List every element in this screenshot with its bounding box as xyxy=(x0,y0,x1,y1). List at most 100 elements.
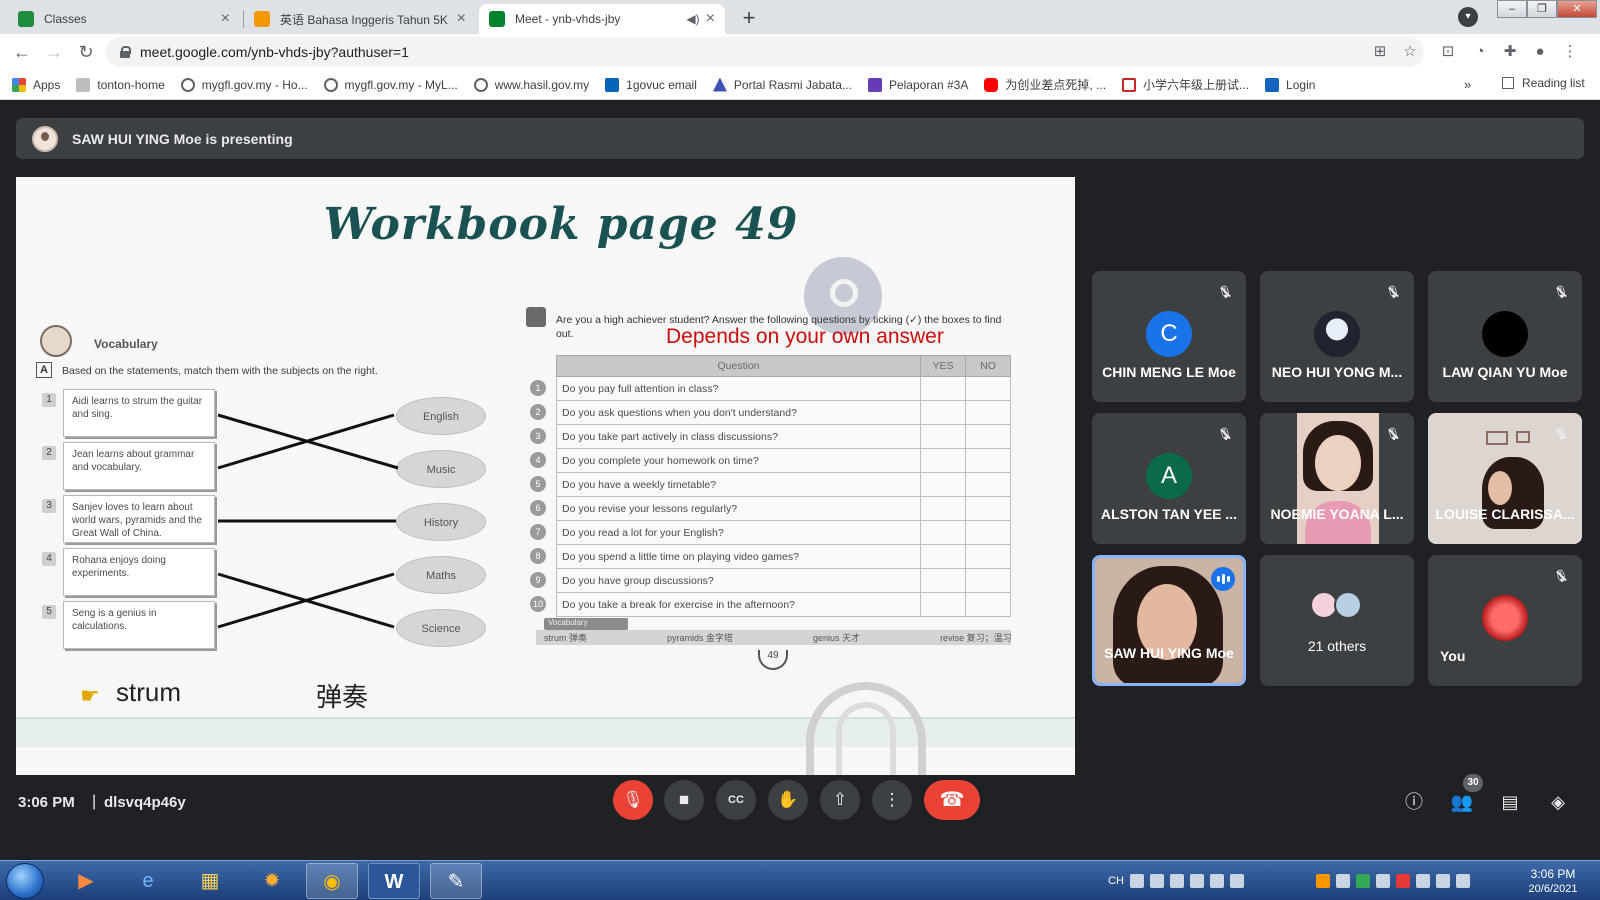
people-icon[interactable]: 👥 xyxy=(1450,790,1474,814)
restore-window-button[interactable]: ❐ xyxy=(1527,0,1557,18)
tab-bahasa-inggeris[interactable]: 英语 Bahasa Inggeris Tahun 5K × xyxy=(244,4,476,34)
captions-button[interactable]: CC xyxy=(716,780,756,820)
reload-icon[interactable]: ↻ xyxy=(74,40,98,64)
cast-icon[interactable]: ⊡ xyxy=(1438,42,1458,62)
participant-tile[interactable]: 🎙 A ALSTON TAN YEE ... xyxy=(1092,413,1246,544)
bookmark-hasil[interactable]: www.hasil.gov.my xyxy=(473,77,589,92)
more-bookmarks-button[interactable]: » xyxy=(1464,77,1471,92)
participant-tile-active-speaker[interactable]: SAW HUI YING Moe xyxy=(1092,555,1246,686)
volume-icon[interactable] xyxy=(1455,874,1470,888)
action-center-flag-icon[interactable] xyxy=(1435,874,1450,888)
bookmark-login[interactable]: Login xyxy=(1265,77,1315,92)
question-cell: Do you complete your homework on time? xyxy=(556,448,921,473)
word-taskbar-icon[interactable]: W xyxy=(368,863,420,899)
bookmark-youtube[interactable]: 为创业差点死掉, ... xyxy=(984,76,1106,93)
paint-taskbar-icon[interactable]: ✎ xyxy=(430,863,482,899)
extension-status-icon[interactable]: ◔ xyxy=(1470,42,1490,62)
close-tab-icon[interactable]: × xyxy=(457,10,466,28)
tab-search-icon[interactable]: ▾ xyxy=(1458,7,1478,27)
bookmark-mygfl-myl[interactable]: mygfl.gov.my - MyL... xyxy=(323,77,458,92)
participant-tile-self[interactable]: 🎙 You xyxy=(1428,555,1582,686)
participant-tile[interactable]: 🎙 NEO HUI YONG M... xyxy=(1260,271,1414,402)
participant-tile[interactable]: 🎙 LOUISE CLARISSA... xyxy=(1428,413,1582,544)
chrome-tray-icon[interactable] xyxy=(1355,874,1370,888)
tray-app-icon[interactable] xyxy=(1315,874,1330,888)
questionnaire-table: Question YES NO Do you pay full attentio… xyxy=(556,355,1011,617)
new-tab-button[interactable]: + xyxy=(736,6,762,32)
tray-app-icon[interactable] xyxy=(1209,874,1224,888)
bookmark-mygfl-home[interactable]: mygfl.gov.my - Ho... xyxy=(180,77,308,92)
media-player-icon[interactable]: ▶ xyxy=(60,863,112,899)
chat-icon[interactable]: ▤ xyxy=(1498,790,1522,814)
camera-button[interactable]: ■ xyxy=(664,780,704,820)
more-options-button[interactable]: ⋮ xyxy=(872,780,912,820)
tab-meet[interactable]: Meet - ynb-vhds-jby ◀) × xyxy=(479,4,725,34)
bookmark-exam-papers[interactable]: 小学六年级上册试... xyxy=(1122,76,1249,93)
minimize-window-button[interactable]: – xyxy=(1497,0,1527,18)
bookmark-label: Portal Rasmi Jabata... xyxy=(733,77,852,92)
mic-off-button[interactable]: 🎙 xyxy=(613,780,653,820)
signal-icon[interactable] xyxy=(1335,874,1350,888)
start-button[interactable] xyxy=(6,863,44,899)
close-tab-icon[interactable]: × xyxy=(221,10,230,28)
no-box xyxy=(965,424,1011,449)
activities-icon[interactable]: ◈ xyxy=(1546,790,1570,814)
tray-app-icon[interactable] xyxy=(1375,874,1390,888)
clock-time[interactable]: 3:06 PM xyxy=(1525,867,1581,881)
no-box xyxy=(965,544,1011,569)
tray-app-icon[interactable] xyxy=(1395,874,1410,888)
bookmark-1govuc-email[interactable]: 1govuc email xyxy=(605,77,697,92)
file-explorer-icon[interactable]: ▦ xyxy=(184,863,236,899)
close-window-button[interactable]: ✕ xyxy=(1557,0,1597,18)
ime-mode-icon[interactable] xyxy=(1169,874,1184,888)
profile-avatar-icon[interactable]: ● xyxy=(1530,42,1550,62)
clock-date[interactable]: 20/6/2021 xyxy=(1525,883,1581,895)
help-icon[interactable] xyxy=(1229,874,1244,888)
raise-hand-button[interactable]: ✋ xyxy=(768,780,808,820)
bookmark-pelaporan[interactable]: Pelaporan #3A xyxy=(867,77,968,92)
bookmark-label: mygfl.gov.my - Ho... xyxy=(201,77,308,92)
participant-tile[interactable]: 🎙 LAW QIAN YU Moe xyxy=(1428,271,1582,402)
chrome-menu-icon[interactable]: ⋮ xyxy=(1560,42,1580,62)
bookmark-portal-rasmi[interactable]: Portal Rasmi Jabata... xyxy=(712,77,852,92)
ime-icon[interactable] xyxy=(1129,874,1144,888)
bookmark-star-icon[interactable]: ☆ xyxy=(1400,42,1420,62)
settings-app-icon[interactable]: ✹ xyxy=(246,863,298,899)
extensions-puzzle-icon[interactable]: ✚ xyxy=(1500,42,1520,62)
bookmark-apps[interactable]: Apps xyxy=(12,77,60,92)
no-box xyxy=(965,496,1011,521)
participant-video xyxy=(1297,413,1379,544)
audio-playing-icon[interactable]: ◀) xyxy=(686,12,699,26)
presenting-text: SAW HUI YING Moe is presenting xyxy=(72,130,293,147)
no-box xyxy=(965,448,1011,473)
tab-classes[interactable]: Classes × xyxy=(8,4,240,34)
address-bar[interactable]: meet.google.com/ynb-vhds-jby?authuser=1 xyxy=(106,37,1424,67)
network-icon[interactable] xyxy=(1415,874,1430,888)
input-language-indicator[interactable]: CH xyxy=(1108,875,1124,887)
back-arrow-icon[interactable]: ← xyxy=(10,40,34,64)
question-cell: Do you take a break for exercise in the … xyxy=(556,592,921,617)
block-icon[interactable] xyxy=(1149,874,1164,888)
google-classroom-icon xyxy=(18,11,34,27)
teacher-annotation: Depends on your own answer xyxy=(666,325,944,348)
participant-tile-others[interactable]: 21 others xyxy=(1260,555,1414,686)
translate-icon[interactable]: ⊞ xyxy=(1370,42,1390,62)
meeting-code: dlsvq4p46y xyxy=(104,794,186,811)
reading-list-button[interactable]: Reading list xyxy=(1502,76,1585,90)
mic-off-icon: 🎙 xyxy=(1550,565,1572,587)
internet-explorer-icon[interactable]: e xyxy=(122,863,174,899)
mic-off-icon: 🎙 xyxy=(1550,423,1572,445)
participant-tile[interactable]: 🎙 NOEMIE YOANA L... xyxy=(1260,413,1414,544)
forward-arrow-icon[interactable]: → xyxy=(42,40,66,64)
bookmark-tonton[interactable]: tonton-home xyxy=(76,77,165,92)
bookmark-label: tonton-home xyxy=(97,77,165,92)
meeting-details-icon[interactable]: ⓘ xyxy=(1402,790,1426,814)
present-screen-button[interactable]: ⇧ xyxy=(820,780,860,820)
chrome-taskbar-icon[interactable]: ◉ xyxy=(306,863,358,899)
participant-tile[interactable]: 🎙 C CHIN MENG LE Moe xyxy=(1092,271,1246,402)
lock-icon[interactable] xyxy=(120,46,131,58)
end-call-button[interactable]: ☎ xyxy=(924,780,980,820)
url-text[interactable]: meet.google.com/ynb-vhds-jby?authuser=1 xyxy=(140,44,409,60)
tray-app-icon[interactable] xyxy=(1189,874,1204,888)
close-tab-icon[interactable]: × xyxy=(706,10,715,28)
